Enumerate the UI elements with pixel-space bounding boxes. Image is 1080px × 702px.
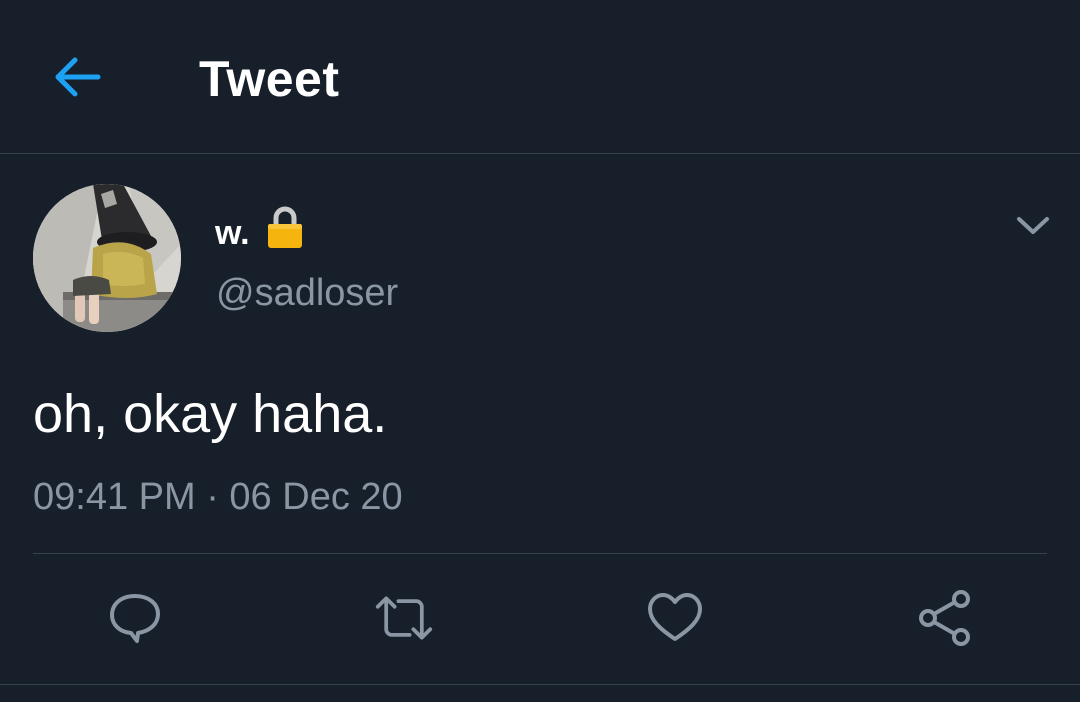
avatar-photo bbox=[33, 184, 181, 332]
arrow-left-icon bbox=[55, 57, 101, 97]
page-title: Tweet bbox=[199, 51, 340, 107]
tweet-text: oh, okay haha. bbox=[33, 384, 388, 444]
speech-bubble-icon bbox=[110, 594, 160, 643]
tweet-timestamp: 09:41 PM · 06 Dec 20 bbox=[33, 476, 403, 518]
user-handle[interactable]: @sadloser bbox=[216, 270, 398, 316]
like-button[interactable] bbox=[645, 588, 705, 648]
retweet-arrows-icon bbox=[375, 596, 433, 640]
display-name-text: w. bbox=[215, 213, 250, 252]
retweet-button[interactable] bbox=[374, 588, 434, 648]
reply-button[interactable] bbox=[105, 588, 165, 648]
display-name[interactable]: w. bbox=[215, 205, 304, 260]
avatar[interactable] bbox=[33, 184, 181, 332]
divider bbox=[33, 553, 1047, 554]
back-button[interactable] bbox=[44, 46, 110, 108]
heart-outline-icon bbox=[648, 593, 702, 641]
share-button[interactable] bbox=[915, 588, 975, 648]
lock-icon bbox=[266, 205, 304, 260]
chevron-down-icon bbox=[1017, 217, 1049, 234]
share-nodes-icon bbox=[919, 590, 970, 646]
tweet-menu-button[interactable] bbox=[1010, 203, 1056, 249]
top-bar: Tweet bbox=[0, 0, 1080, 154]
bottom-divider bbox=[0, 684, 1080, 685]
